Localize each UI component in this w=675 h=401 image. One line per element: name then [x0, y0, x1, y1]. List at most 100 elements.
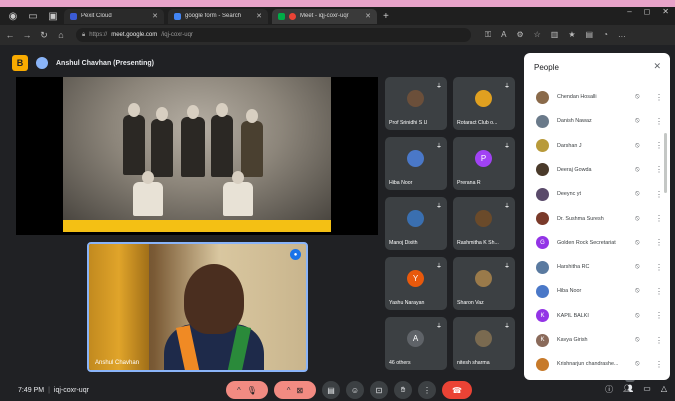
participant-row[interactable]: Deeraj Gowda ⦸ ⋮	[536, 160, 664, 180]
more-vert-icon[interactable]: ⋮	[655, 238, 663, 247]
participant-row[interactable]: K Kavya Girish ⦸ ⋮	[536, 330, 664, 350]
present-button[interactable]: ⊡	[370, 381, 388, 399]
minimize-icon[interactable]: –	[627, 7, 631, 16]
participant-name: Rotaract Club o...	[457, 120, 498, 126]
self-view-video[interactable]: ● Anshul Chavhan	[87, 242, 308, 372]
participant-tile[interactable]: ⏚ Y Yashu Narayan	[385, 257, 447, 310]
participant-row[interactable]: Krishnarjun chandrashe... ⦸ ⋮	[536, 354, 664, 374]
more-vert-icon[interactable]: ⋮	[655, 214, 663, 223]
muted-mic-icon: ⏚	[503, 264, 510, 270]
home-icon[interactable]: ⌂	[54, 30, 68, 40]
close-tab-icon[interactable]: ✕	[256, 12, 262, 20]
tab-meet[interactable]: Meet - iqj-coxr-uqr ✕	[272, 8, 377, 24]
more-options-button[interactable]: ⋮	[418, 381, 436, 399]
mic-off-icon[interactable]: ⦸	[635, 312, 647, 320]
participant-tile[interactable]: ⏚ A 46 others	[385, 317, 447, 370]
participant-tile[interactable]: ⏚ Rotaract Club o...	[453, 77, 515, 130]
presenter-header: B Anshul Chavhan (Presenting)	[12, 55, 154, 71]
mic-off-icon[interactable]: ⦸	[635, 336, 647, 344]
microphone-toggle-button[interactable]: ^ 🎙︎	[226, 381, 268, 399]
close-panel-icon[interactable]: ✕	[653, 61, 661, 72]
participant-row[interactable]: Deeync yt ⦸ ⋮	[536, 184, 664, 204]
participant-tile[interactable]: ⏚ Hiba Noor	[385, 137, 447, 190]
collections-icon[interactable]: ▤	[586, 30, 594, 40]
chat-icon[interactable]: ▭	[643, 384, 651, 395]
more-vert-icon[interactable]: ⋮	[655, 311, 663, 320]
people-panel: People ✕ Chendan Hosalli ⦸ ⋮ Danish Nawaz ⦸ ⋮…	[524, 53, 670, 380]
tab-pexit-cloud[interactable]: Pexit Cloud ✕	[64, 8, 164, 24]
presentation-screen[interactable]	[16, 77, 378, 235]
participant-tile[interactable]: ⏚ Sharon Vaz	[453, 257, 515, 310]
mic-off-icon[interactable]: ⦸	[635, 287, 647, 295]
back-icon[interactable]: ←	[3, 30, 17, 40]
mic-off-icon[interactable]: ⦸	[635, 263, 647, 271]
participant-row[interactable]: K KAPIL BALKI ⦸ ⋮	[536, 306, 664, 326]
participant-tile[interactable]: ⏚ nitesh sharma	[453, 317, 515, 370]
more-vert-icon[interactable]: ⋮	[655, 336, 663, 345]
participant-name: Krishnarjun chandrashe...	[557, 361, 619, 368]
read-aloud-icon[interactable]: A	[501, 30, 506, 40]
mic-off-icon[interactable]: ⦸	[635, 239, 647, 247]
extensions-icon[interactable]: ⚙	[516, 30, 523, 40]
mic-off-icon[interactable]: ⦸	[635, 360, 647, 368]
camera-toggle-button[interactable]: ^ ⊠	[274, 381, 316, 399]
mic-off-icon[interactable]: ⦸	[635, 190, 647, 198]
more-vert-icon[interactable]: ⋮	[655, 141, 663, 150]
close-window-icon[interactable]: ✕	[662, 7, 669, 16]
audio-level-icon: ●	[290, 249, 301, 260]
participant-tile[interactable]: ⏚ P Prerana R	[453, 137, 515, 190]
workspaces-icon[interactable]: ▭	[26, 9, 40, 23]
mic-off-icon[interactable]: ⦸	[635, 117, 647, 125]
close-tab-icon[interactable]: ✕	[365, 12, 371, 20]
tab-actions-icon[interactable]: ▣	[46, 9, 60, 23]
participant-tile[interactable]: ⏚ Rashmitha K Sh...	[453, 197, 515, 250]
split-screen-icon[interactable]: ▥	[551, 30, 559, 40]
people-panel-title: People	[534, 63, 559, 72]
participant-row[interactable]: Darshan J ⦸ ⋮	[536, 136, 664, 156]
meeting-details-icon[interactable]: ⓘ	[605, 384, 613, 395]
mic-off-icon[interactable]: ⦸	[635, 142, 647, 150]
participant-tile[interactable]: ⏚ Prof Srinidhi S U	[385, 77, 447, 130]
new-tab-button[interactable]: +	[383, 11, 389, 22]
chevron-up-icon[interactable]: ^	[287, 386, 291, 395]
people-scrollbar[interactable]	[664, 133, 667, 193]
browser-profile-icon[interactable]: ◉	[6, 9, 20, 23]
mic-off-icon[interactable]: ⦸	[635, 215, 647, 223]
reactions-button[interactable]: ☺	[346, 381, 364, 399]
url-field[interactable]: 🔒︎ https://meet.google.com/iqj-coxr-uqr	[76, 28, 471, 42]
participant-row[interactable]: Chendan Hosalli ⦸ ⋮	[536, 87, 664, 107]
favorites-list-icon[interactable]: ★	[568, 30, 575, 40]
captions-button[interactable]: ▤	[322, 381, 340, 399]
maximize-icon[interactable]: ◻	[644, 7, 651, 16]
forward-icon[interactable]: →	[20, 30, 34, 40]
leave-call-button[interactable]: ☎︎	[442, 381, 472, 399]
more-vert-icon[interactable]: ⋮	[655, 190, 663, 199]
more-vert-icon[interactable]: ⋮	[655, 360, 663, 369]
more-vert-icon[interactable]: ⋮	[655, 263, 663, 272]
favorite-icon[interactable]: ☆	[534, 30, 541, 40]
mic-off-icon[interactable]: ⦸	[635, 166, 647, 174]
participant-row[interactable]: Harshitha RC ⦸ ⋮	[536, 257, 664, 277]
people-icon[interactable]: 👥︎47	[623, 376, 635, 395]
mic-off-icon[interactable]: ⦸	[635, 93, 647, 101]
participant-tile[interactable]: ⏚ Manoj Dixith	[385, 197, 447, 250]
more-vert-icon[interactable]: ⋮	[655, 117, 663, 126]
more-options-icon[interactable]: …	[618, 30, 626, 40]
more-vert-icon[interactable]: ⋮	[655, 165, 663, 174]
participant-row[interactable]: Dr. Sushma Suresh ⦸ ⋮	[536, 209, 664, 229]
sign-in-icon[interactable]: ⚿	[485, 30, 491, 40]
more-vert-icon[interactable]: ⋮	[655, 287, 663, 296]
participant-row[interactable]: Hiba Noor ⦸ ⋮	[536, 281, 664, 301]
raise-hand-button[interactable]: ✋︎	[394, 381, 412, 399]
presenter-avatar	[36, 57, 48, 69]
participant-row[interactable]: Danish Nawaz ⦸ ⋮	[536, 111, 664, 131]
chevron-up-icon[interactable]: ^	[237, 386, 241, 395]
close-tab-icon[interactable]: ✕	[152, 12, 158, 20]
reload-icon[interactable]: ↻	[37, 30, 51, 41]
activities-icon[interactable]: △	[661, 384, 667, 395]
profile-icon[interactable]: ◔	[603, 30, 608, 40]
participant-row[interactable]: G Golden Rock Secretariat ⦸ ⋮	[536, 233, 664, 253]
more-vert-icon[interactable]: ⋮	[655, 93, 663, 102]
tab-google-search[interactable]: google form - Search ✕	[168, 8, 268, 24]
participant-avatar	[536, 90, 549, 104]
